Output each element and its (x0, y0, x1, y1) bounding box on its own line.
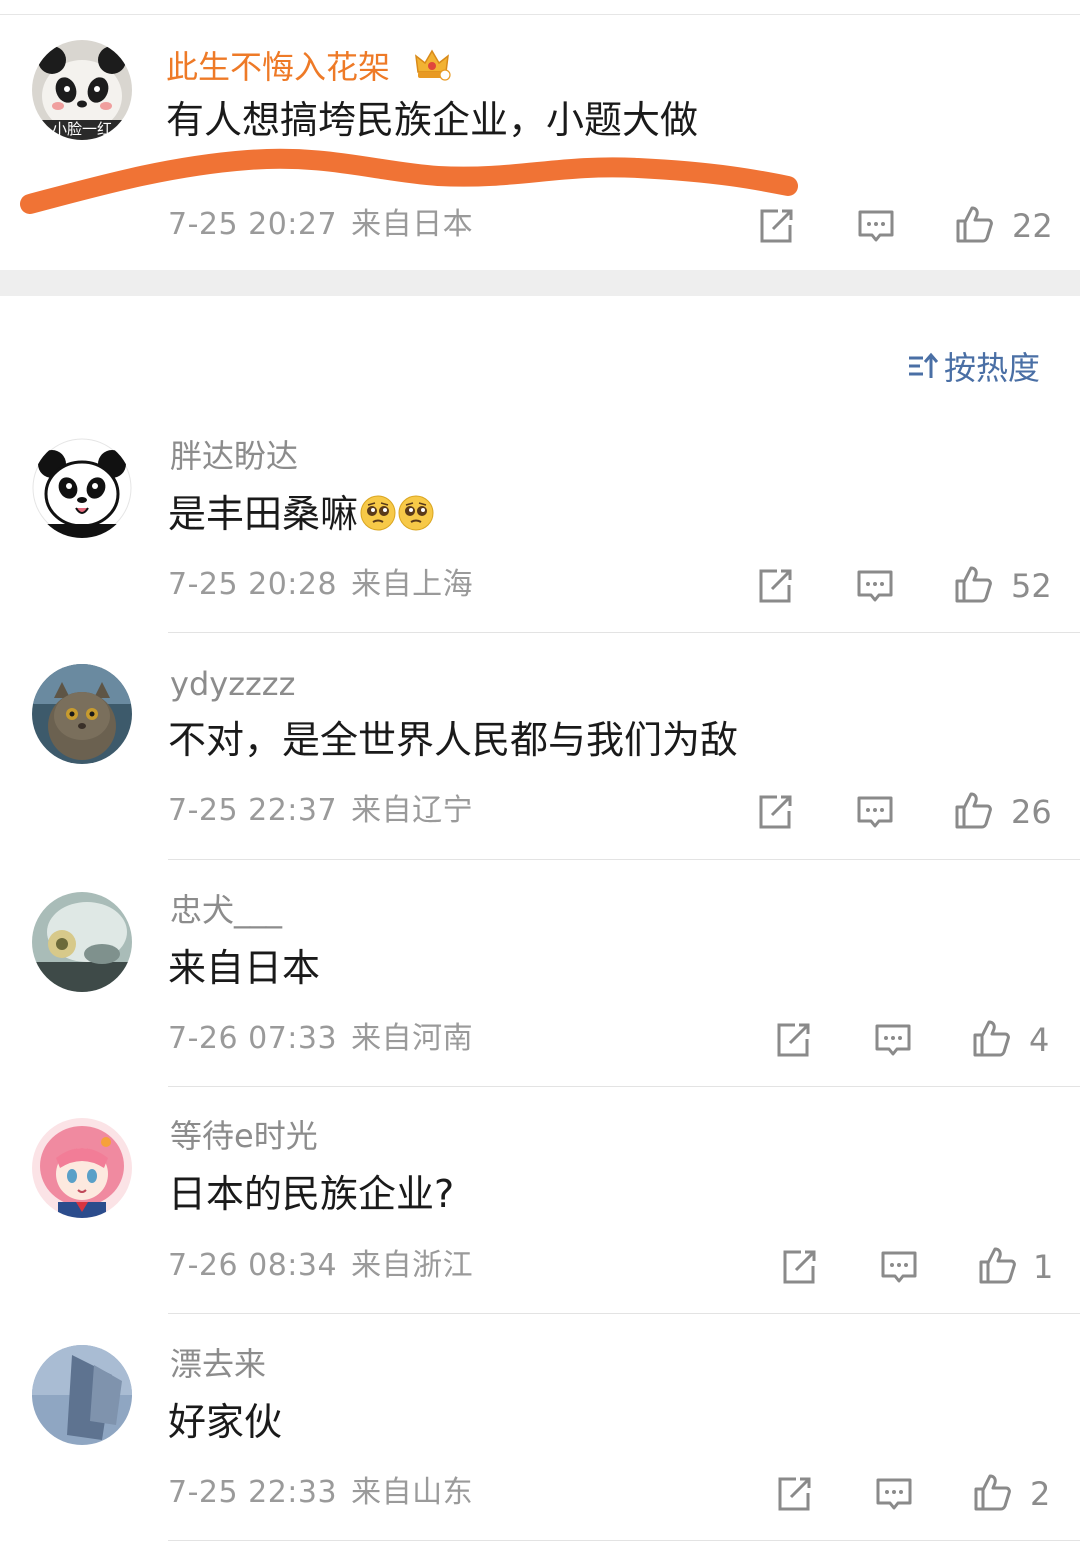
comment-button[interactable] (855, 792, 895, 832)
top-divider (0, 14, 1080, 15)
row-divider (168, 1086, 1080, 1087)
section-separator (0, 270, 1080, 296)
comment-content: 有人想搞垮民族企业，小题大做 (166, 98, 699, 142)
like-count: 52 (1011, 567, 1052, 605)
crown-badge-icon (415, 49, 451, 81)
like-count: 22 (1012, 207, 1053, 245)
user-name[interactable]: 漂去来 (170, 1346, 266, 1382)
comment-time: 7-26 08:34 (168, 1248, 338, 1283)
share-icon (760, 209, 793, 243)
avatar-reply-2[interactable] (32, 664, 132, 764)
like-count: 2 (1030, 1475, 1051, 1513)
avatar-caption: 小脸一红 (51, 120, 112, 138)
comment-time: 7-25 20:27 (168, 207, 338, 242)
avatar-reply-5[interactable] (32, 1345, 132, 1445)
thumbs-up-icon (955, 566, 992, 603)
comment-button[interactable] (856, 206, 896, 246)
like-button[interactable] (953, 564, 993, 604)
user-name[interactable]: ydyzzzz (170, 666, 295, 702)
share-button[interactable] (773, 1020, 813, 1060)
thumbs-up-icon (955, 792, 992, 829)
comment-meta: 7-26 07:33 来自河南 (168, 1022, 473, 1056)
comment-icon (881, 1251, 917, 1283)
comment-content: 好家伙 (168, 1400, 283, 1444)
row-divider (168, 1540, 1080, 1541)
like-count: 26 (1011, 793, 1052, 831)
comment-icon (876, 1478, 912, 1510)
comment-icon (875, 1024, 911, 1056)
thumbs-up-icon (974, 1474, 1011, 1511)
comment-location: 来自日本 (351, 207, 474, 242)
comment-button[interactable] (879, 1247, 919, 1287)
user-name[interactable]: 胖达盼达 (170, 438, 298, 474)
user-name[interactable]: 忠犬___ (170, 892, 282, 928)
comment-button[interactable] (874, 1474, 914, 1514)
like-button[interactable] (972, 1472, 1012, 1512)
comment-location: 来自浙江 (351, 1248, 474, 1283)
share-button[interactable] (755, 566, 795, 606)
comment-location: 来自辽宁 (351, 793, 474, 828)
user-name[interactable]: 此生不悔入花架 (166, 44, 452, 85)
comment-content: 是丰田桑嘛 (168, 492, 434, 536)
comment-location: 来自河南 (351, 1021, 474, 1056)
comment-time: 7-25 22:37 (168, 793, 338, 828)
user-name[interactable]: 等待e时光 (170, 1118, 318, 1154)
comment-meta: 7-25 22:33 来自山东 (168, 1476, 473, 1510)
row-divider (168, 632, 1080, 633)
row-divider (168, 1313, 1080, 1314)
pleading-face-emoji (398, 495, 434, 531)
thumbs-up-icon (979, 1247, 1016, 1284)
like-count: 4 (1029, 1021, 1050, 1059)
row-divider (168, 859, 1080, 860)
sort-by-heat-button[interactable]: 按热度 (906, 343, 1040, 389)
like-button[interactable] (953, 790, 993, 830)
comment-content: 来自日本 (168, 946, 321, 990)
comment-time: 7-25 22:33 (168, 1475, 338, 1510)
comment-meta: 7-26 08:34 来自浙江 (168, 1249, 473, 1283)
sort-icon (909, 352, 938, 378)
comment-meta: 7-25 20:27 来自日本 (168, 208, 473, 242)
anime-girl-avatar-image (32, 1118, 132, 1218)
share-button[interactable] (774, 1474, 814, 1514)
share-icon (783, 1250, 816, 1284)
thumbs-up-icon (973, 1020, 1010, 1057)
like-button[interactable] (971, 1018, 1011, 1058)
share-icon (778, 1477, 811, 1511)
sort-label[interactable]: 按热度 (944, 343, 1040, 389)
avatar-reply-4[interactable] (32, 1118, 132, 1218)
comment-icon (857, 796, 893, 828)
flower-photo-avatar-image (32, 892, 132, 992)
share-button[interactable] (755, 792, 795, 832)
avatar-reply-3[interactable] (32, 892, 132, 992)
pleading-face-emoji (360, 495, 396, 531)
user-name-text[interactable]: 此生不悔入花架 (166, 48, 390, 86)
comment-content: 不对，是全世界人民都与我们为敌 (168, 718, 739, 762)
like-count: 1 (1033, 1248, 1054, 1286)
sky-photo-avatar-image (32, 1345, 132, 1445)
cat-photo-avatar-image (32, 664, 132, 764)
comment-text: 是丰田桑嘛 (168, 492, 359, 536)
like-button[interactable] (954, 204, 994, 244)
comment-icon (857, 570, 893, 602)
share-button[interactable] (779, 1247, 819, 1287)
avatar-reply-1[interactable] (32, 438, 132, 538)
share-icon (759, 569, 792, 603)
comment-button[interactable] (855, 566, 895, 606)
comment-meta: 7-25 22:37 来自辽宁 (168, 794, 473, 828)
share-button[interactable] (756, 206, 796, 246)
comment-icon (858, 210, 894, 242)
comment-location: 来自山东 (351, 1475, 474, 1510)
comment-button[interactable] (873, 1020, 913, 1060)
share-icon (759, 795, 792, 829)
like-button[interactable] (977, 1245, 1017, 1285)
panda-cartoon-avatar-image (32, 438, 132, 538)
comment-meta: 7-25 20:28 来自上海 (168, 568, 473, 602)
share-icon (777, 1023, 810, 1057)
comment-time: 7-25 20:28 (168, 567, 338, 602)
thumbs-up-icon (956, 206, 993, 243)
comment-time: 7-26 07:33 (168, 1021, 338, 1056)
comment-location: 来自上海 (351, 567, 474, 602)
comment-content: 日本的民族企业? (168, 1172, 455, 1216)
